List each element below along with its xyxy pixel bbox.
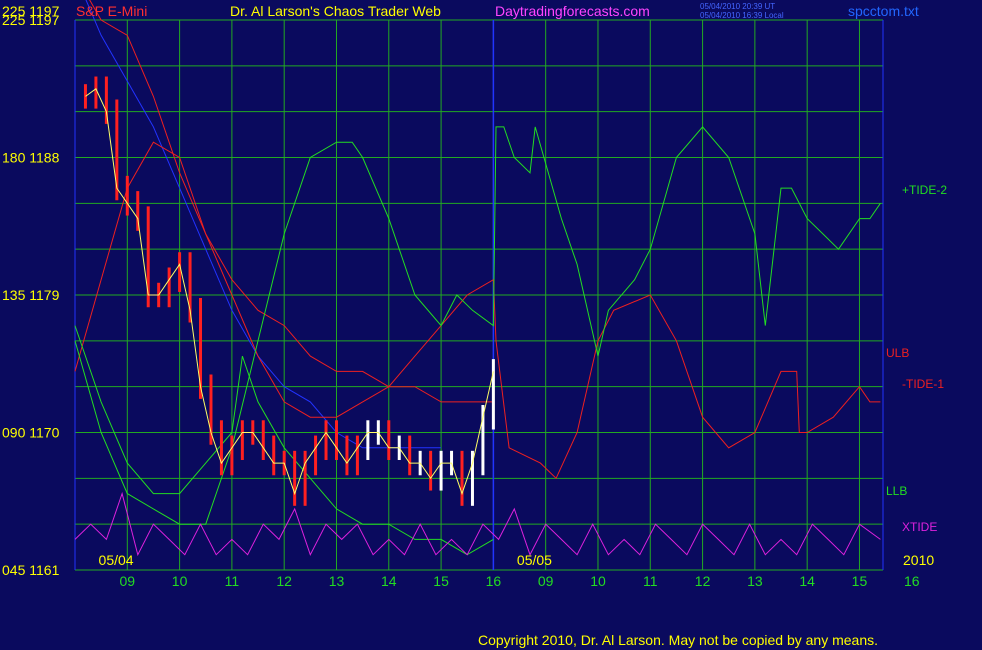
x-axis-hour-label: 12 [695,573,711,589]
legend-label-3: LLB [886,484,907,498]
x-axis-hour-label: 10 [172,573,188,589]
chart-stage: 225 1197 180 1188 135 1179 090 1170 045 1161… [0,0,982,650]
x-axis-hour-label: 16 [904,573,920,589]
header-axis-top: 225 1197 [2,3,60,19]
x-axis-hour-label: 15 [433,573,449,589]
header-file-name: spcctom.txt [848,3,919,19]
x-axis-hour-label: 13 [329,573,345,589]
x-axis-hour-label: 14 [799,573,815,589]
x-axis-hour-label: 15 [852,573,868,589]
legend-label-4: XTIDE [902,520,937,534]
x-axis-hour-label: 11 [643,573,658,589]
x-axis-hour-label: 09 [538,573,554,589]
x-axis-hour-label: 14 [381,573,397,589]
x-axis-hour-label: 12 [276,573,292,589]
legend-label-2: -TIDE-1 [902,377,944,391]
y-axis-label: 045 1161 [2,562,60,578]
y-axis-label: 090 1170 [2,425,60,441]
header-timestamp-local: 05/04/2010 16:39 Local [700,11,784,20]
chart-canvas: 225 1197 180 1188 135 1179 090 1170 045 1161… [0,0,982,650]
header-site-title: Dr. Al Larson's Chaos Trader Web [230,3,441,19]
footer-copyright: Copyright 2010, Dr. Al Larson. May not b… [478,632,878,648]
x-axis-hour-label: 09 [120,573,136,589]
x-axis-hour-label: 11 [225,573,240,589]
header-site-url: Daytradingforecasts.com [495,3,650,19]
x-axis-hour-label: 16 [486,573,502,589]
date-label: 2010 [903,552,934,568]
x-axis-hour-label: 10 [590,573,606,589]
header-instrument: S&P E-Mini [76,3,147,19]
legend-label-0: +TIDE-2 [902,183,947,197]
x-axis-hour-label: 13 [747,573,763,589]
y-axis-label: 180 1188 [2,150,60,166]
date-label: 05/04 [99,552,134,568]
header-timestamp-ut: 05/04/2010 20:39 UT [700,2,775,11]
chart-background [0,0,982,650]
legend-label-1: ULB [886,346,909,360]
y-axis-label: 135 1179 [2,287,60,303]
date-label: 05/05 [517,552,552,568]
